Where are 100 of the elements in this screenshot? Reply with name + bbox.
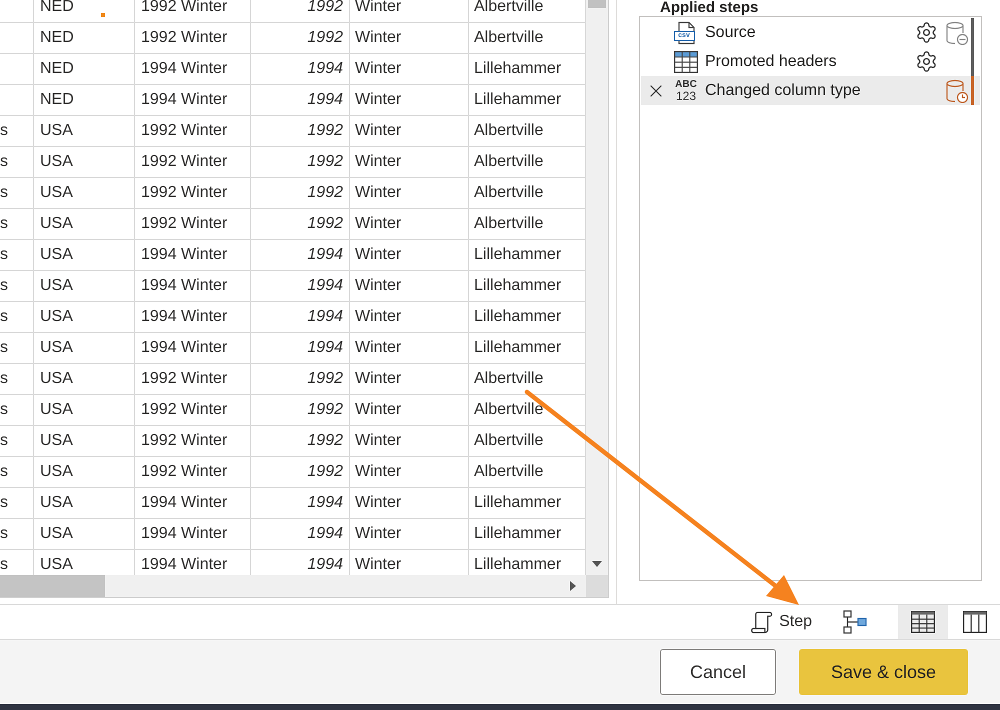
table-cell: USA (34, 395, 135, 425)
table-cell: 1992 Winter (135, 23, 251, 53)
table-cell: 1994 Winter (135, 54, 251, 84)
table-cell: Winter (350, 209, 469, 239)
table-cell: 1994 (251, 271, 350, 301)
table-cell: s (0, 333, 34, 363)
table-cell: s (0, 426, 34, 456)
table-cell: 1992 (251, 23, 350, 53)
table-cell: 1994 Winter (135, 271, 251, 301)
table-cell: USA (34, 116, 135, 146)
table-cell: USA (34, 147, 135, 177)
table-cell: 1992 (251, 395, 350, 425)
table-cell: s (0, 302, 34, 332)
scroll-right-icon[interactable] (570, 581, 576, 591)
table-cell: 1992 (251, 116, 350, 146)
table-cell: 1992 (251, 178, 350, 208)
table-cell: 1994 (251, 333, 350, 363)
table-cell: 1994 (251, 302, 350, 332)
table-cell: 1994 (251, 85, 350, 115)
table-cell: Winter (350, 488, 469, 518)
table-cell: s (0, 457, 34, 487)
settings-icon[interactable] (914, 21, 938, 44)
scrollbar-thumb[interactable] (588, 0, 606, 8)
table-cell: Winter (350, 147, 469, 177)
table-cell: s (0, 147, 34, 177)
table-cell: 1994 Winter (135, 240, 251, 270)
table-cell: Winter (350, 519, 469, 549)
table-cell: USA (34, 364, 135, 394)
table-cell: 1994 Winter (135, 302, 251, 332)
vertical-scrollbar[interactable] (586, 0, 608, 575)
table-cell: USA (34, 302, 135, 332)
table-cell: s (0, 395, 34, 425)
table-icon (674, 50, 698, 72)
table-cell: NED (34, 85, 135, 115)
table-cell: 1992 (251, 0, 350, 22)
table-cell: Winter (350, 395, 469, 425)
table-cell: Winter (350, 426, 469, 456)
table-view-button[interactable] (898, 605, 948, 639)
diagram-icon (843, 610, 867, 634)
table-cell: 1992 (251, 364, 350, 394)
table-cell: 1994 Winter (135, 519, 251, 549)
table-cell: NED (34, 54, 135, 84)
cancel-button[interactable]: Cancel (660, 649, 776, 695)
table-cell: 1992 (251, 209, 350, 239)
table-cell: Winter (350, 54, 469, 84)
table-cell: s (0, 116, 34, 146)
table-cell: s (0, 240, 34, 270)
table-cell: USA (34, 271, 135, 301)
horizontal-scrollbar[interactable] (0, 575, 586, 597)
save-close-button[interactable]: Save & close (799, 649, 968, 695)
table-cell: Winter (350, 116, 469, 146)
table-cell: 1994 (251, 240, 350, 270)
table-cell: Winter (350, 457, 469, 487)
table-cell: Winter (350, 240, 469, 270)
table-cell: 1994 Winter (135, 333, 251, 363)
scrollbar-thumb[interactable] (0, 575, 105, 597)
table-cell: USA (34, 209, 135, 239)
table-cell: 1992 Winter (135, 364, 251, 394)
database-icon (945, 78, 969, 102)
table-cell: Winter (350, 85, 469, 115)
table-cell: 1992 (251, 426, 350, 456)
table-cell: s (0, 178, 34, 208)
settings-icon[interactable] (914, 50, 938, 73)
table-cell: 1992 (251, 147, 350, 177)
panel-heading: Applied steps (659, 0, 760, 16)
table-cell: 1992 Winter (135, 116, 251, 146)
table-cell: s (0, 519, 34, 549)
table-cell: Winter (350, 178, 469, 208)
data-type-icon: ABC 123 (673, 80, 699, 102)
table-cell: 1994 (251, 54, 350, 84)
table-cell: s (0, 364, 34, 394)
columns-icon (963, 611, 987, 633)
table-cell: 1992 Winter (135, 178, 251, 208)
table-cell: Winter (350, 364, 469, 394)
table-cell: USA (34, 488, 135, 518)
table-cell: 1994 Winter (135, 488, 251, 518)
grid-icon (911, 611, 935, 633)
table-cell: USA (34, 333, 135, 363)
table-cell: Winter (350, 302, 469, 332)
scroll-down-icon[interactable] (592, 561, 602, 567)
table-cell: USA (34, 457, 135, 487)
table-cell: 1992 Winter (135, 209, 251, 239)
table-cell: NED (34, 23, 135, 53)
table-cell: USA (34, 426, 135, 456)
table-cell: 1992 Winter (135, 426, 251, 456)
scroll-icon (750, 610, 774, 634)
table-cell: USA (34, 240, 135, 270)
table-cell: s (0, 271, 34, 301)
table-cell: Winter (350, 333, 469, 363)
table-cell: USA (34, 178, 135, 208)
table-cell: USA (34, 519, 135, 549)
database-icon (945, 20, 969, 44)
table-cell: Winter (350, 23, 469, 53)
table-cell: 1992 Winter (135, 147, 251, 177)
table-cell: 1994 Winter (135, 85, 251, 115)
table-cell: s (0, 209, 34, 239)
table-cell: 1994 (251, 488, 350, 518)
table-cell: 1992 (251, 457, 350, 487)
table-cell: 1992 Winter (135, 395, 251, 425)
table-cell: 1994 (251, 519, 350, 549)
